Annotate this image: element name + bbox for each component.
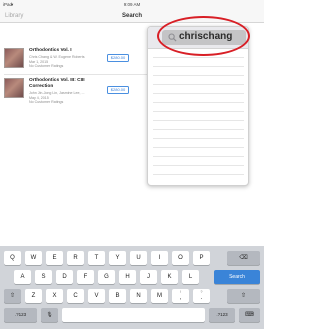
book-cover-image (4, 78, 24, 98)
key-period[interactable]: ? . (193, 289, 210, 303)
book-title: Orthodontics Vol. III: CIII Correction (29, 78, 85, 89)
book-author: John Jin-Jong Lin, Jasmine Lee, ... (29, 91, 85, 95)
suggestion-row[interactable] (153, 111, 244, 112)
key-comma-main: , (179, 295, 182, 301)
suggestion-row[interactable] (153, 102, 244, 103)
microphone-icon: 🎙 (46, 312, 53, 318)
key-b[interactable]: B (109, 289, 126, 303)
numbers-key-right[interactable]: .?123 (209, 308, 235, 322)
book-ratings: No Customer Ratings (29, 100, 64, 104)
suggestion-row[interactable] (153, 165, 244, 166)
book-cover-image (4, 48, 24, 68)
key-h[interactable]: H (119, 270, 136, 284)
key-u[interactable]: U (130, 251, 147, 265)
key-m[interactable]: M (151, 289, 168, 303)
status-bar: iPad ▾ 9:09 AM (0, 0, 264, 9)
key-i[interactable]: I (151, 251, 168, 265)
row-divider (4, 74, 148, 75)
backspace-key[interactable]: ⌫ (227, 251, 260, 265)
dictation-key[interactable]: 🎙 (41, 308, 58, 322)
hide-keyboard-key[interactable]: ⌨ (239, 308, 260, 322)
key-v[interactable]: V (88, 289, 105, 303)
key-g[interactable]: G (98, 270, 115, 284)
shift-icon: ⇧ (240, 293, 247, 299)
key-f[interactable]: F (77, 270, 94, 284)
list-item[interactable]: Orthodontics Vol. III: CIII Correction J… (4, 76, 150, 104)
key-r[interactable]: R (67, 251, 84, 265)
key-d[interactable]: D (56, 270, 73, 284)
key-o[interactable]: O (172, 251, 189, 265)
keyboard-icon: ⌨ (245, 312, 254, 318)
book-ratings: No Customer Ratings (29, 64, 64, 68)
suggestion-row[interactable] (153, 174, 244, 175)
list-item[interactable]: Orthodontics Vol. I Chris Chang & W. Eug… (4, 46, 150, 73)
suggestion-row[interactable] (153, 156, 244, 157)
key-q[interactable]: Q (4, 251, 21, 265)
key-w[interactable]: W (25, 251, 42, 265)
status-time: 9:09 AM (123, 2, 141, 7)
shift-key[interactable]: ⇧ (4, 289, 21, 303)
price-button[interactable]: $280.00 (107, 54, 129, 62)
suggestion-row[interactable] (153, 138, 244, 139)
shift-icon: ⇧ (9, 293, 16, 299)
key-c[interactable]: C (67, 289, 84, 303)
suggestion-row[interactable] (153, 75, 244, 76)
key-e[interactable]: E (46, 251, 63, 265)
key-y[interactable]: Y (109, 251, 126, 265)
suggestion-row[interactable] (153, 84, 244, 85)
suggestion-row[interactable] (153, 129, 244, 130)
numbers-key[interactable]: .?123 (4, 308, 37, 322)
key-p[interactable]: P (193, 251, 210, 265)
suggestion-row[interactable] (153, 147, 244, 148)
shift-key-right[interactable]: ⇧ (227, 289, 260, 303)
onscreen-keyboard: Q W E R T Y U I O P ⌫ A S D F G H J K L … (0, 246, 264, 329)
key-s[interactable]: S (35, 270, 52, 284)
key-period-main: . (200, 295, 203, 301)
key-a[interactable]: A (14, 270, 31, 284)
key-n[interactable]: N (130, 289, 147, 303)
annotation-circle (157, 16, 250, 56)
key-j[interactable]: J (140, 270, 157, 284)
search-key[interactable]: Search (214, 270, 260, 284)
suggestion-row[interactable] (153, 57, 244, 58)
book-date: May 4, 2015 (29, 95, 49, 100)
space-bar[interactable] (62, 308, 205, 322)
suggestion-row[interactable] (153, 66, 244, 67)
book-date: Mar 1, 2015 (29, 59, 49, 64)
suggestion-row[interactable] (153, 93, 244, 94)
key-x[interactable]: X (46, 289, 63, 303)
suggestion-row[interactable] (153, 120, 244, 121)
key-comma[interactable]: ! , (172, 289, 189, 303)
key-k[interactable]: K (161, 270, 178, 284)
key-l[interactable]: L (182, 270, 199, 284)
book-author: Chris Chang & W. Eugene Roberts (29, 55, 85, 59)
key-z[interactable]: Z (25, 289, 42, 303)
book-title: Orthodontics Vol. I (29, 48, 72, 53)
key-t[interactable]: T (88, 251, 105, 265)
price-button[interactable]: $280.00 (107, 86, 129, 94)
backspace-icon: ⌫ (239, 255, 248, 261)
